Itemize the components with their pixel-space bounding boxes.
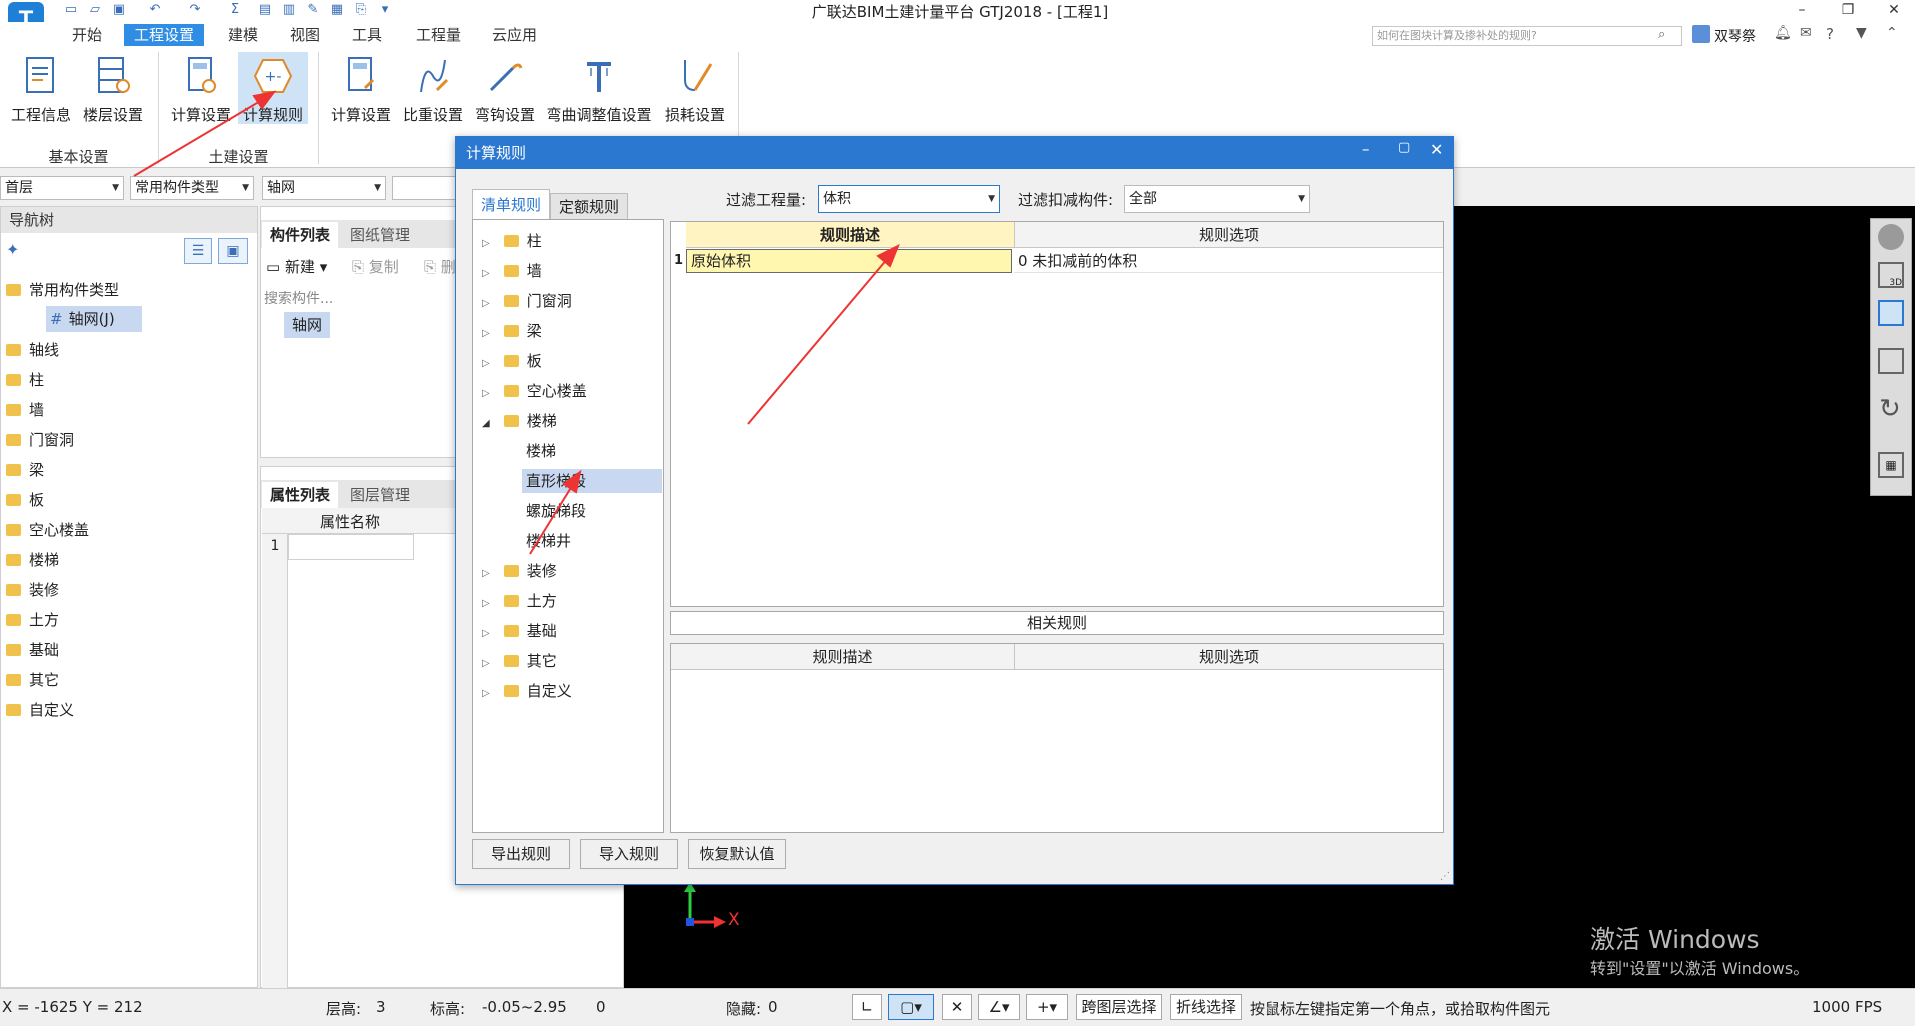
arrowhead [876,243,900,268]
arrow-to-rule-desc [747,257,889,425]
cross-icon[interactable]: ✕ [942,994,972,1020]
snap-icon[interactable]: ▢▾ [888,994,934,1020]
ortho-icon[interactable]: ∟ [852,994,882,1020]
cross-layer-select-button[interactable]: 跨图层选择 [1076,994,1162,1020]
arrowhead [562,469,582,494]
status-hidden: 0 [768,998,778,1016]
status-elev-label: 标高: [430,1000,466,1018]
arrowhead [252,90,277,110]
arrow-to-calc-rules [133,99,263,177]
add-point-icon[interactable]: +▾ [1026,994,1068,1020]
status-elev: -0.05~2.95 [482,998,567,1016]
status-hint: 按鼠标左键指定第一个角点，或拾取构件图元 [1250,1000,1551,1018]
status-zero: 0 [596,998,606,1016]
arrow-to-straight-stair [529,485,573,555]
status-floor-height: 3 [376,998,386,1016]
status-coords: X = -1625 Y = 212 [2,998,143,1016]
status-hidden-label: 隐藏: [726,1000,762,1018]
angle-icon[interactable]: ∠▾ [978,994,1020,1020]
polyline-select-button[interactable]: 折线选择 [1170,994,1242,1020]
status-floor-height-label: 层高: [326,1000,362,1018]
annotation-arrows [133,90,900,555]
status-fps: 1000 FPS [1812,998,1883,1016]
